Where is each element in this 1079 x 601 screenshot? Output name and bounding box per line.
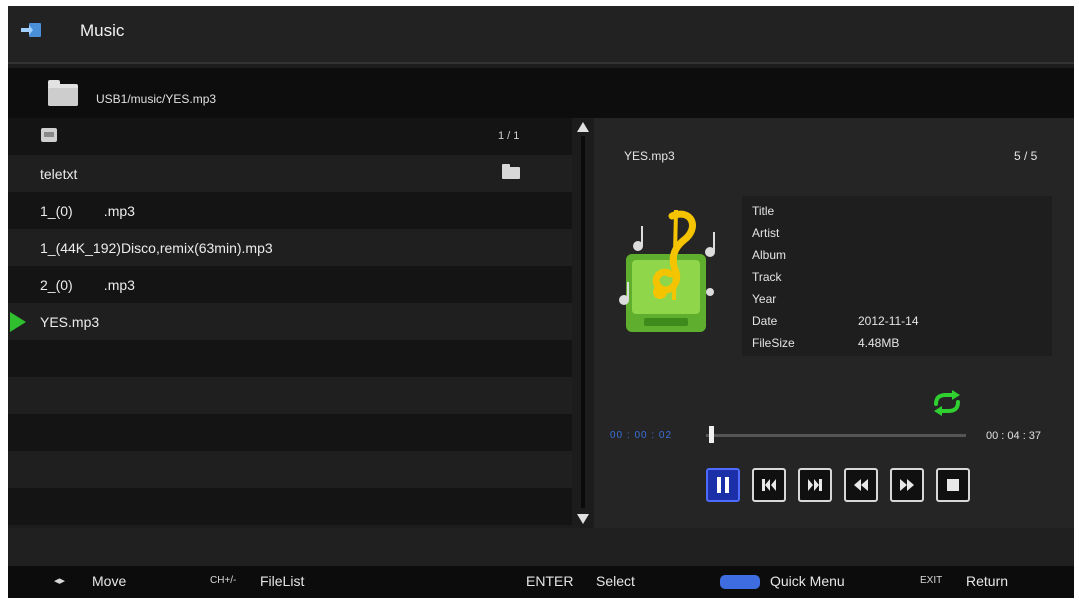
empty-row: [8, 451, 572, 488]
track-count: 5 / 5: [1014, 149, 1038, 163]
info-key: Album: [752, 248, 787, 262]
footer-help-bar: ◂▸ Move CH+/- FileList ENTER Select Quic…: [8, 566, 1074, 598]
list-item-selected[interactable]: YES.mp3: [8, 303, 572, 340]
info-row-artist: Artist: [752, 226, 1052, 246]
filelist-label: FileList: [260, 573, 305, 589]
progress-bar[interactable]: [706, 434, 966, 437]
previous-button[interactable]: [752, 468, 786, 502]
now-playing-file: YES.mp3: [624, 149, 675, 163]
list-header-row: 1 / 1: [8, 118, 572, 155]
list-item[interactable]: 2_(0) .mp3: [8, 266, 572, 303]
progress-knob[interactable]: [709, 426, 714, 443]
list-item-label: 2_(0) .mp3: [40, 277, 135, 293]
info-key: Artist: [752, 226, 780, 240]
filelist-key: CH+/-: [210, 575, 237, 586]
info-row-title: Title: [752, 204, 1052, 224]
enter-key: ENTER: [526, 573, 574, 589]
info-row-track: Track: [752, 270, 1052, 290]
playback-controls: [706, 468, 976, 508]
empty-row: [8, 377, 572, 414]
track-info: Title Artist Album Track Year Date 2012-…: [742, 196, 1052, 356]
list-item-label: 1_(44K_192)Disco,remix(63min).mp3: [40, 240, 273, 256]
rewind-icon: [854, 479, 868, 491]
page-indicator: 1 / 1: [498, 130, 520, 142]
info-key: FileSize: [752, 336, 795, 350]
now-playing-panel: YES.mp3 5 / 5 Title Artist Album Track Y…: [594, 118, 1074, 528]
select-label: Select: [596, 573, 635, 589]
exit-key: EXIT: [920, 575, 943, 586]
music-note-art-icon: [619, 209, 715, 332]
selection-arrow-icon: [10, 312, 26, 332]
skip-next-icon: [808, 479, 822, 491]
info-key: Year: [752, 292, 777, 306]
stop-icon: [947, 479, 959, 491]
music-player-screen: Music USB1/music/YES.mp3 1 / 1 teletxt 1…: [8, 6, 1074, 598]
list-item-label: teletxt: [40, 166, 78, 182]
file-list: 1 / 1 teletxt 1_(0) .mp3 1_(44K_192)Disc…: [8, 118, 572, 528]
stop-button[interactable]: [936, 468, 970, 502]
folder-icon: [502, 164, 520, 179]
folder-icon: [48, 80, 78, 106]
info-value: 2012-11-14: [858, 314, 919, 328]
list-scrollbar[interactable]: [574, 118, 592, 528]
return-label: Return: [966, 573, 1009, 589]
fast-forward-button[interactable]: [890, 468, 924, 502]
info-row-album: Album: [752, 248, 1052, 268]
header: Music: [8, 6, 1074, 64]
info-key: Date: [752, 314, 778, 328]
empty-row: [8, 340, 572, 377]
scroll-up-icon[interactable]: [577, 122, 589, 132]
list-item[interactable]: 1_(0) .mp3: [8, 192, 572, 229]
elapsed-time: 00 : 00 : 02: [610, 430, 673, 441]
skip-previous-icon: [762, 479, 776, 491]
info-key: Track: [752, 270, 782, 284]
music-source-icon: [21, 23, 41, 37]
list-item-label: YES.mp3: [40, 314, 100, 330]
repeat-icon[interactable]: [930, 390, 964, 416]
list-item[interactable]: 1_(44K_192)Disco,remix(63min).mp3: [8, 229, 572, 266]
pause-button[interactable]: [706, 468, 740, 502]
empty-row: [8, 414, 572, 451]
page-title: Music: [80, 21, 125, 40]
info-value: 4.48MB: [858, 336, 900, 350]
total-time: 00 : 04 : 37: [986, 430, 1042, 442]
scroll-track[interactable]: [581, 136, 585, 508]
quick-menu-label: Quick Menu: [770, 573, 845, 589]
empty-row: [8, 488, 572, 525]
fast-forward-icon: [900, 479, 914, 491]
info-key: Title: [752, 204, 775, 218]
pause-icon: [717, 477, 729, 493]
move-label: Move: [92, 573, 127, 589]
parent-folder-icon[interactable]: [41, 128, 57, 142]
rewind-button[interactable]: [844, 468, 878, 502]
current-path: USB1/music/YES.mp3: [96, 92, 217, 106]
info-row-year: Year: [752, 292, 1052, 312]
scroll-down-icon[interactable]: [577, 514, 589, 524]
list-item-label: 1_(0) .mp3: [40, 203, 135, 219]
blue-key-icon: [720, 575, 760, 589]
info-row-date: Date 2012-11-14: [752, 314, 1052, 334]
info-row-filesize: FileSize 4.48MB: [752, 336, 1052, 356]
path-bar: USB1/music/YES.mp3: [8, 68, 1074, 118]
next-button[interactable]: [798, 468, 832, 502]
move-key-icon: ◂▸: [54, 575, 66, 587]
list-item[interactable]: teletxt: [8, 155, 572, 192]
footer-spacer: [8, 528, 1074, 566]
